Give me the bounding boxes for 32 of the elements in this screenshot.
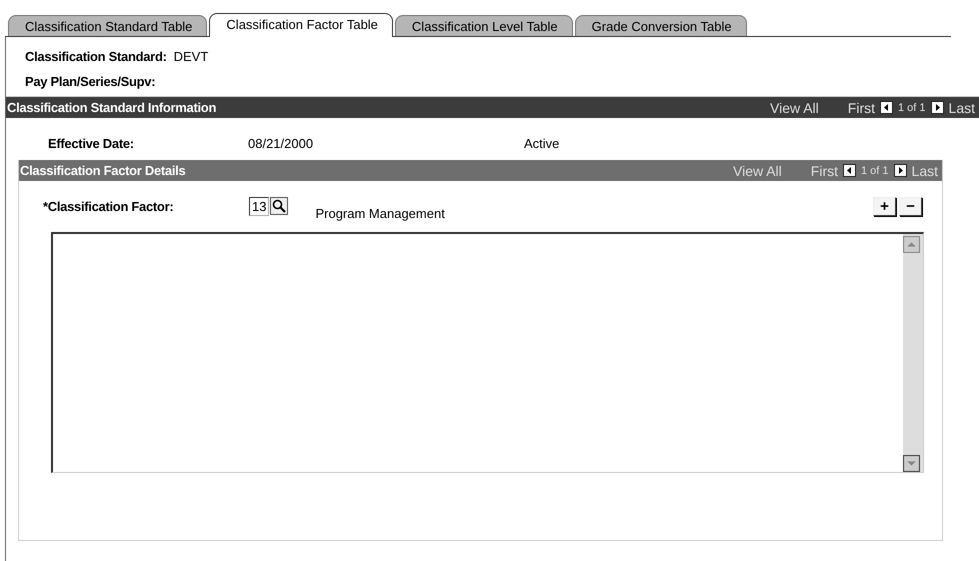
page-count: 1 of 1: [861, 164, 889, 176]
next-icon[interactable]: [930, 101, 944, 114]
scroll-down-icon[interactable]: [903, 455, 920, 472]
scrollbar[interactable]: [903, 234, 923, 472]
field-label: Classification Standard:: [25, 49, 167, 64]
previous-icon[interactable]: [880, 101, 893, 114]
factor-label: *Classification Factor:: [43, 198, 174, 214]
first-link[interactable]: First: [848, 100, 875, 116]
effective-date-value: 08/21/2000: [248, 136, 314, 150]
next-icon[interactable]: [894, 164, 907, 177]
field-value: DEVT: [174, 49, 208, 64]
field-label: Pay Plan/Series/Supv:: [25, 74, 156, 89]
factor-input[interactable]: 13: [249, 196, 270, 216]
previous-icon[interactable]: [843, 164, 856, 177]
section-title: Classification Standard Information: [6, 100, 216, 115]
last-link[interactable]: Last: [912, 162, 938, 178]
add-row-button[interactable]: +: [873, 196, 896, 216]
last-link[interactable]: Last: [948, 100, 975, 116]
effective-date-label: Effective Date:: [48, 136, 135, 150]
factor-description: Program Management: [315, 206, 445, 220]
tab[interactable]: Classification Standard Table: [8, 15, 208, 37]
page-count: 1 of 1: [898, 102, 926, 114]
tab[interactable]: Classification Level Table: [394, 15, 573, 37]
section-title: Classification Factor Details: [19, 163, 186, 178]
view-all-link[interactable]: View All: [770, 100, 819, 116]
search-icon[interactable]: [270, 197, 288, 215]
view-all-link[interactable]: View All: [733, 162, 782, 178]
tab[interactable]: Classification Factor Table: [209, 13, 393, 37]
status-value: Active: [524, 136, 560, 150]
tab[interactable]: Grade Conversion Table: [574, 15, 747, 37]
first-link[interactable]: First: [810, 162, 838, 178]
delete-row-button[interactable]: −: [899, 196, 922, 216]
